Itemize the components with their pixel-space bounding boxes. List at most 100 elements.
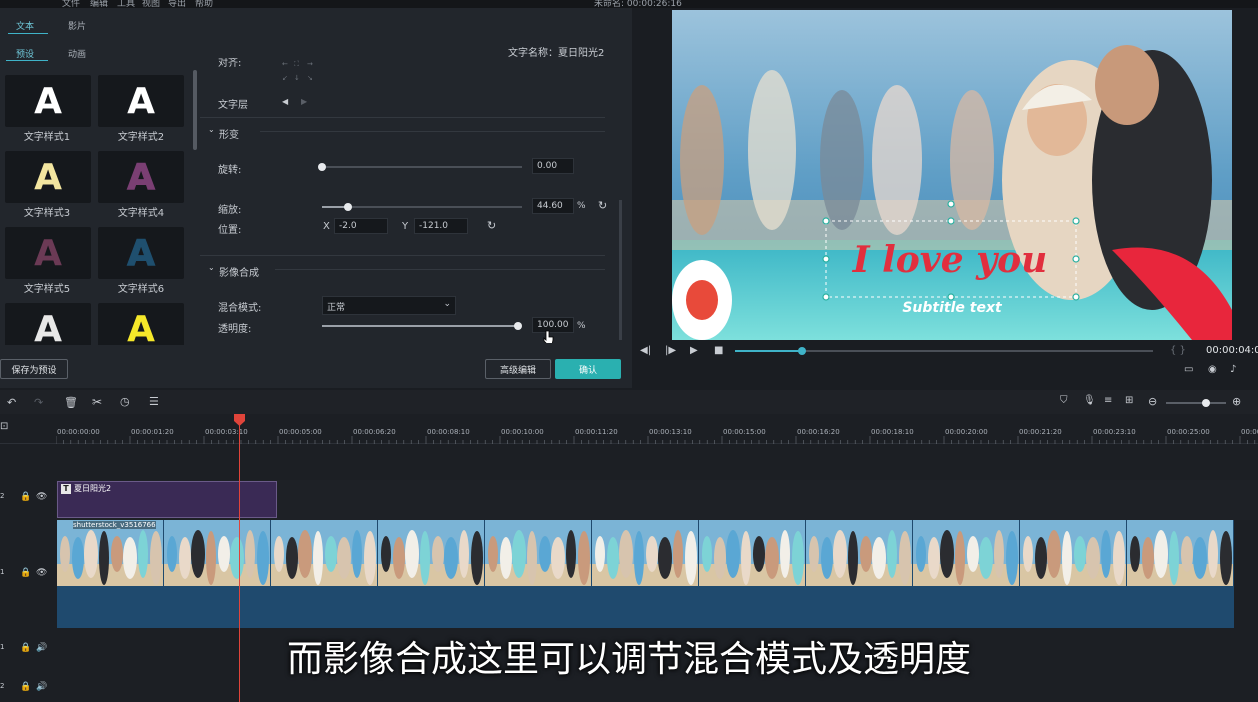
camera-icon[interactable]: ◉ xyxy=(1208,364,1217,375)
video-thumbnails xyxy=(57,520,1233,586)
preset-label-4: 文字样式4 xyxy=(117,208,165,219)
eye-icon[interactable]: 👁 xyxy=(36,568,47,578)
ruler-tick-label: 00:00:18:10 xyxy=(871,428,914,436)
opacity-slider[interactable] xyxy=(322,322,522,330)
position-x-input[interactable]: -2.0 xyxy=(334,218,388,234)
svg-text:↘: ↘ xyxy=(307,74,313,82)
stop-icon[interactable]: ■ xyxy=(714,345,723,356)
preset-tile-4[interactable]: A xyxy=(98,151,184,203)
scale-input[interactable]: 44.60 xyxy=(532,198,574,214)
lock-icon[interactable]: 🔒 xyxy=(20,682,31,692)
subtab-preset[interactable]: 预设 xyxy=(16,47,34,60)
preview-canvas[interactable]: I love you Subtitle text xyxy=(672,10,1232,340)
save-preset-button[interactable]: 保存为预设 xyxy=(0,359,68,379)
ruler-tick-label: 00:00:06:20 xyxy=(353,428,396,436)
eye-icon[interactable]: 👁 xyxy=(36,492,47,502)
subtab-animation[interactable]: 动画 xyxy=(68,47,86,60)
next-layer-icon[interactable]: ▶ xyxy=(301,97,307,106)
chevron-down-icon: ⌄ xyxy=(443,299,451,309)
position-label: 位置: xyxy=(218,225,242,236)
tab-text[interactable]: 文本 xyxy=(16,19,34,32)
preset-tile-3[interactable]: A xyxy=(5,151,91,203)
menu-file[interactable]: 文件 xyxy=(62,0,80,8)
mark-in-out-icons[interactable]: { } xyxy=(1170,345,1186,356)
subtitle-text-overlay[interactable]: Subtitle text xyxy=(902,300,1003,316)
title-text-overlay[interactable]: I love you xyxy=(852,239,1048,281)
menu-bar: 文件 编辑 工具 视图 导出 帮助 未命名: 00:00:26:16 xyxy=(0,0,1258,8)
ruler-tick-label: 00:00:08:10 xyxy=(427,428,470,436)
ruler-tick-label: 00:00:25:00 xyxy=(1167,428,1210,436)
opacity-label: 透明度: xyxy=(218,324,252,335)
svg-text:↙: ↙ xyxy=(282,74,288,82)
reset-position-icon[interactable]: ↻ xyxy=(487,219,496,232)
project-name: 未命名: 00:00:26:16 xyxy=(594,0,682,8)
rotation-input[interactable]: 0.00 xyxy=(532,158,574,174)
preset-tile-6[interactable]: A xyxy=(98,227,184,279)
tab-text-underline xyxy=(8,33,48,34)
collapse-composite-icon[interactable]: ⌄ xyxy=(208,263,215,272)
play-frame-icon[interactable]: |▶ xyxy=(665,345,676,356)
rotation-slider[interactable] xyxy=(318,163,522,171)
menu-edit[interactable]: 编辑 xyxy=(90,0,108,8)
ruler-tick-label: 00:00:00:00 xyxy=(57,428,100,436)
preset-tile-5[interactable]: A xyxy=(5,227,91,279)
collapse-transform-icon[interactable]: ⌄ xyxy=(208,125,215,134)
text-clip-icon: T xyxy=(61,484,71,494)
step-back-icon[interactable]: ◀| xyxy=(640,345,651,356)
tab-movie[interactable]: 影片 xyxy=(68,19,86,32)
section-composite[interactable]: 影像合成 xyxy=(219,264,259,279)
video-clip[interactable]: shutterstock_v3516766 xyxy=(57,520,1234,628)
preset-tile-8[interactable]: A xyxy=(98,303,184,345)
advanced-edit-button[interactable]: 高级编辑 xyxy=(485,359,551,379)
menu-tools[interactable]: 工具 xyxy=(117,0,135,8)
ruler-tick-label: 00:00:13:10 xyxy=(649,428,692,436)
preset-tile-1[interactable]: A xyxy=(5,75,91,127)
title-clip[interactable]: T 夏日阳光2 xyxy=(57,481,277,518)
blend-mode-select[interactable]: 正常 ⌄ xyxy=(322,296,456,315)
volume-icon[interactable]: ♪ xyxy=(1230,364,1236,375)
preset-label-5: 文字样式5 xyxy=(23,284,71,295)
opacity-unit: % xyxy=(577,321,586,331)
ruler-tick-label: 00:00:21:20 xyxy=(1019,428,1062,436)
play-icon[interactable]: ▶ xyxy=(690,345,698,356)
preset-label-6: 文字样式6 xyxy=(117,284,165,295)
ruler-tick-label: 00:00:26: xyxy=(1241,428,1258,436)
preset-scrollbar[interactable] xyxy=(193,70,197,150)
preset-tile-7[interactable]: A xyxy=(5,303,91,345)
add-track-icon[interactable]: ⊡ xyxy=(0,421,8,432)
ruler-tick-label: 00:00:03:10 xyxy=(205,428,248,436)
subtab-preset-underline xyxy=(6,60,48,61)
ruler-tick-label: 00:00:10:00 xyxy=(501,428,544,436)
confirm-button[interactable]: 确认 xyxy=(555,359,621,379)
menu-export[interactable]: 导出 xyxy=(168,0,186,8)
ruler-tick-label: 00:00:01:20 xyxy=(131,428,174,436)
speaker-icon[interactable]: 🔊 xyxy=(36,682,47,692)
lock-icon[interactable]: 🔒 xyxy=(20,492,31,502)
menu-help[interactable]: 帮助 xyxy=(195,0,213,8)
svg-text:⛶: ⛶ xyxy=(294,60,299,68)
prev-layer-icon[interactable]: ◀ xyxy=(282,97,288,106)
video-subtitle: 而影像合成这里可以调节混合模式及透明度 xyxy=(286,639,971,680)
preview-progress[interactable] xyxy=(735,347,1153,355)
menu-view[interactable]: 视图 xyxy=(142,0,160,8)
playhead-handle-icon[interactable] xyxy=(234,414,245,426)
position-y-input[interactable]: -121.0 xyxy=(414,218,468,234)
text-properties: 对齐: ← ⛶ → ↙ ↓ ↘ 文字层 ◀ ▶ ⌄ 形变 旋转: 0.00 缩放: 44… xyxy=(200,58,615,343)
preset-label-2: 文字样式2 xyxy=(117,132,165,143)
screen-icon[interactable]: ▭ xyxy=(1184,364,1193,375)
svg-text:→: → xyxy=(307,60,313,68)
lock-icon[interactable]: 🔒 xyxy=(20,568,31,578)
align-grid-icon[interactable]: ← ⛶ → ↙ ↓ ↘ xyxy=(280,58,320,84)
video-clip-label: shutterstock_v3516766 xyxy=(73,521,156,529)
scale-slider[interactable] xyxy=(322,203,522,211)
preset-tile-2[interactable]: A xyxy=(98,75,184,127)
cursor-icon xyxy=(543,330,554,343)
align-label: 对齐: xyxy=(218,58,242,69)
section-transform[interactable]: 形变 xyxy=(219,126,239,141)
reset-scale-icon[interactable]: ↻ xyxy=(598,199,607,212)
text-name-label: 文字名称：夏日阳光2 xyxy=(508,48,605,59)
track-number: 1 xyxy=(0,568,5,576)
props-scrollbar[interactable] xyxy=(619,200,622,340)
ruler-tick-label: 00:00:15:00 xyxy=(723,428,766,436)
svg-text:←: ← xyxy=(282,60,288,68)
